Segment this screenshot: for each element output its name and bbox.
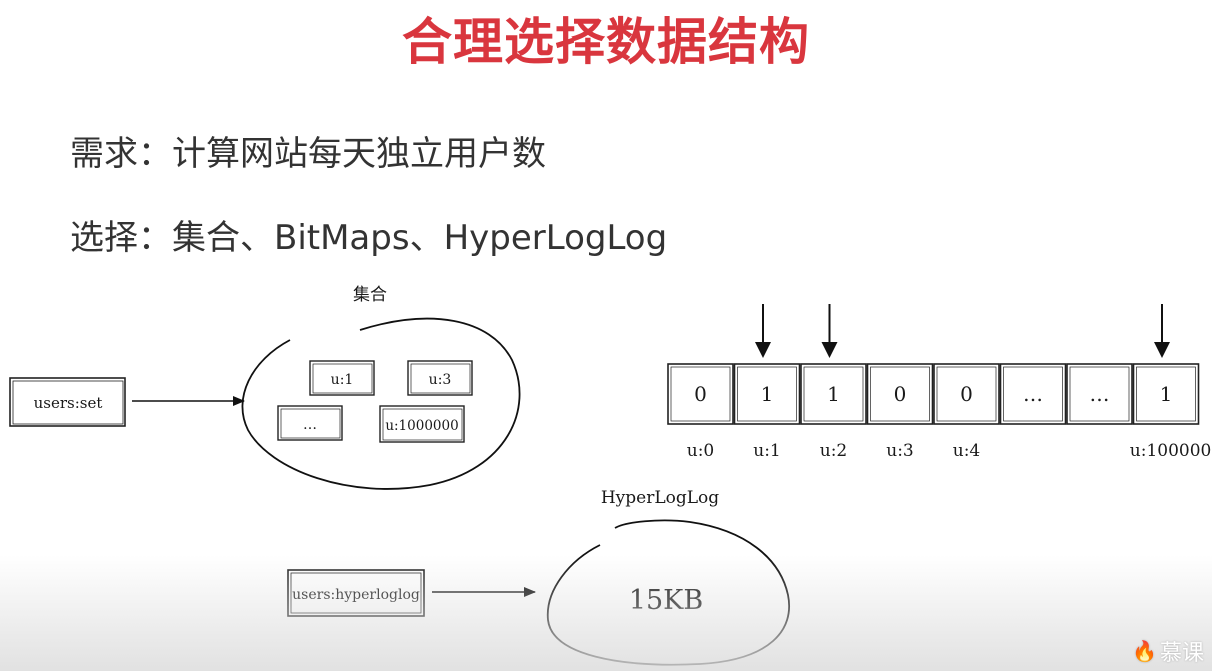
bitmap-cell: … xyxy=(1066,363,1133,425)
set-member-text: u:1000000 xyxy=(385,418,458,434)
bitmap-cell: … xyxy=(999,363,1067,425)
set-member: u:3 xyxy=(407,360,473,396)
bit-pointer-arrowhead xyxy=(755,342,771,358)
logo-text: 慕课 xyxy=(1159,641,1204,666)
bitmap-bit: 1 xyxy=(761,382,774,406)
bitmap-bit: 1 xyxy=(827,382,840,406)
bitmap-bit: 1 xyxy=(1160,382,1173,406)
set-member-text: … xyxy=(303,417,317,433)
bitmap-cell: 0 xyxy=(866,363,934,425)
users-set-key: users:set xyxy=(34,394,103,412)
set-member: u:1 xyxy=(309,360,375,396)
bitmap-index-label: u:4 xyxy=(953,441,981,461)
bitmap-bit: 0 xyxy=(960,382,973,406)
set-diagram: 集合 users:set u:1 u:3 … u:1000000 xyxy=(9,285,521,490)
users-hll-key-box: users:hyperloglog xyxy=(287,569,425,617)
bitmap-index-label: u:2 xyxy=(820,441,848,461)
bitmap-cell: 1 xyxy=(1132,363,1200,425)
bitmap-index-label: u:0 xyxy=(687,441,715,461)
bitmap-bit: 0 xyxy=(694,382,707,406)
hll-diagram: HyperLogLog users:hyperloglog 15KB xyxy=(287,488,790,666)
bitmap-bit: … xyxy=(1090,382,1110,406)
set-member: … xyxy=(277,405,343,441)
bitmap-index-label: u:3 xyxy=(886,441,914,461)
diagram-canvas: 集合 users:set u:1 u:3 … u:1000000 0u:01u:… xyxy=(9,285,1212,666)
users-set-key-box: users:set xyxy=(9,377,126,427)
set-label: 集合 xyxy=(353,285,387,305)
set-member-text: u:3 xyxy=(429,372,452,388)
hll-size: 15KB xyxy=(629,585,703,616)
bit-pointer-arrowhead xyxy=(821,342,838,358)
bitmap-cell: 1 xyxy=(733,363,801,425)
users-hll-key: users:hyperloglog xyxy=(292,587,420,603)
bit-pointer-arrowhead xyxy=(1154,342,1170,358)
set-blob xyxy=(241,317,521,490)
flame-icon: 🔥 xyxy=(1132,639,1157,663)
bitmap-index-label: u:1000000 xyxy=(1130,441,1212,461)
bitmap-bit: 0 xyxy=(894,382,907,406)
bitmap-cell: 0 xyxy=(933,363,1000,425)
hll-label: HyperLogLog xyxy=(601,488,719,508)
bitmap-cells: 0 u:0 1 u:1 1 u:2 0 u:3 0 u:4 … … 1 u:1000000 xyxy=(667,363,1212,461)
bitmap-diagram: 0 u:0 1 u:1 1 u:2 0 u:3 0 u:4 … … 1 u:1000000 xyxy=(667,304,1212,461)
bitmap-bit: … xyxy=(1023,382,1043,406)
site-logo: 🔥 慕课 xyxy=(1132,635,1204,667)
bitmap-arrows xyxy=(755,304,1170,358)
bitmap-cell: 1 xyxy=(800,363,867,425)
set-member: u:1000000 xyxy=(379,405,465,443)
set-member-text: u:1 xyxy=(331,372,354,388)
bitmap-cell: 0 xyxy=(667,363,734,425)
bitmap-index-label: u:1 xyxy=(753,441,781,461)
